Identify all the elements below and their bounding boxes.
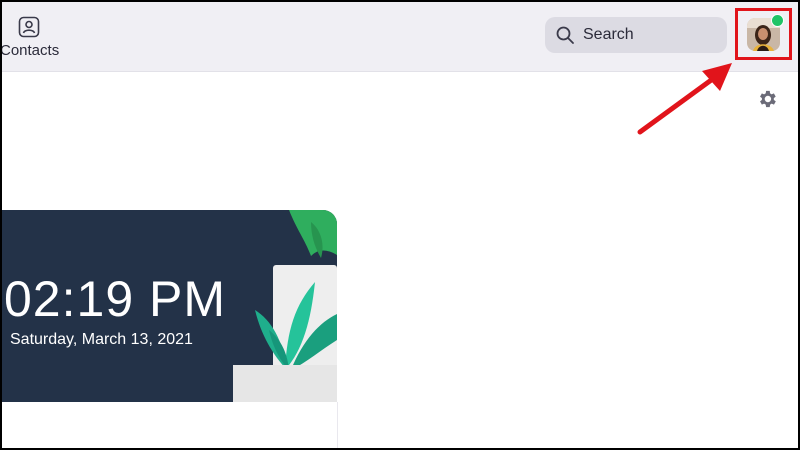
- tab-contacts-label: Contacts: [0, 42, 60, 59]
- clock-date: Saturday, March 13, 2021: [10, 331, 193, 348]
- settings-gear-icon[interactable]: [756, 88, 778, 110]
- online-status-dot: [771, 14, 784, 27]
- search-label: Search: [583, 26, 634, 43]
- search-icon: [556, 26, 574, 44]
- clock-card: 02:19 PM Saturday, March 13, 2021: [0, 210, 337, 402]
- contacts-icon: [18, 16, 40, 38]
- profile-avatar-highlight: [735, 8, 792, 60]
- tab-contacts[interactable]: Contacts: [0, 12, 62, 64]
- card-lower-area: [0, 402, 338, 450]
- search-box[interactable]: Search: [545, 17, 727, 53]
- plant-illustration: [233, 210, 337, 402]
- clock-time: 02:19 PM: [4, 271, 227, 327]
- annotation-arrow: [637, 63, 732, 135]
